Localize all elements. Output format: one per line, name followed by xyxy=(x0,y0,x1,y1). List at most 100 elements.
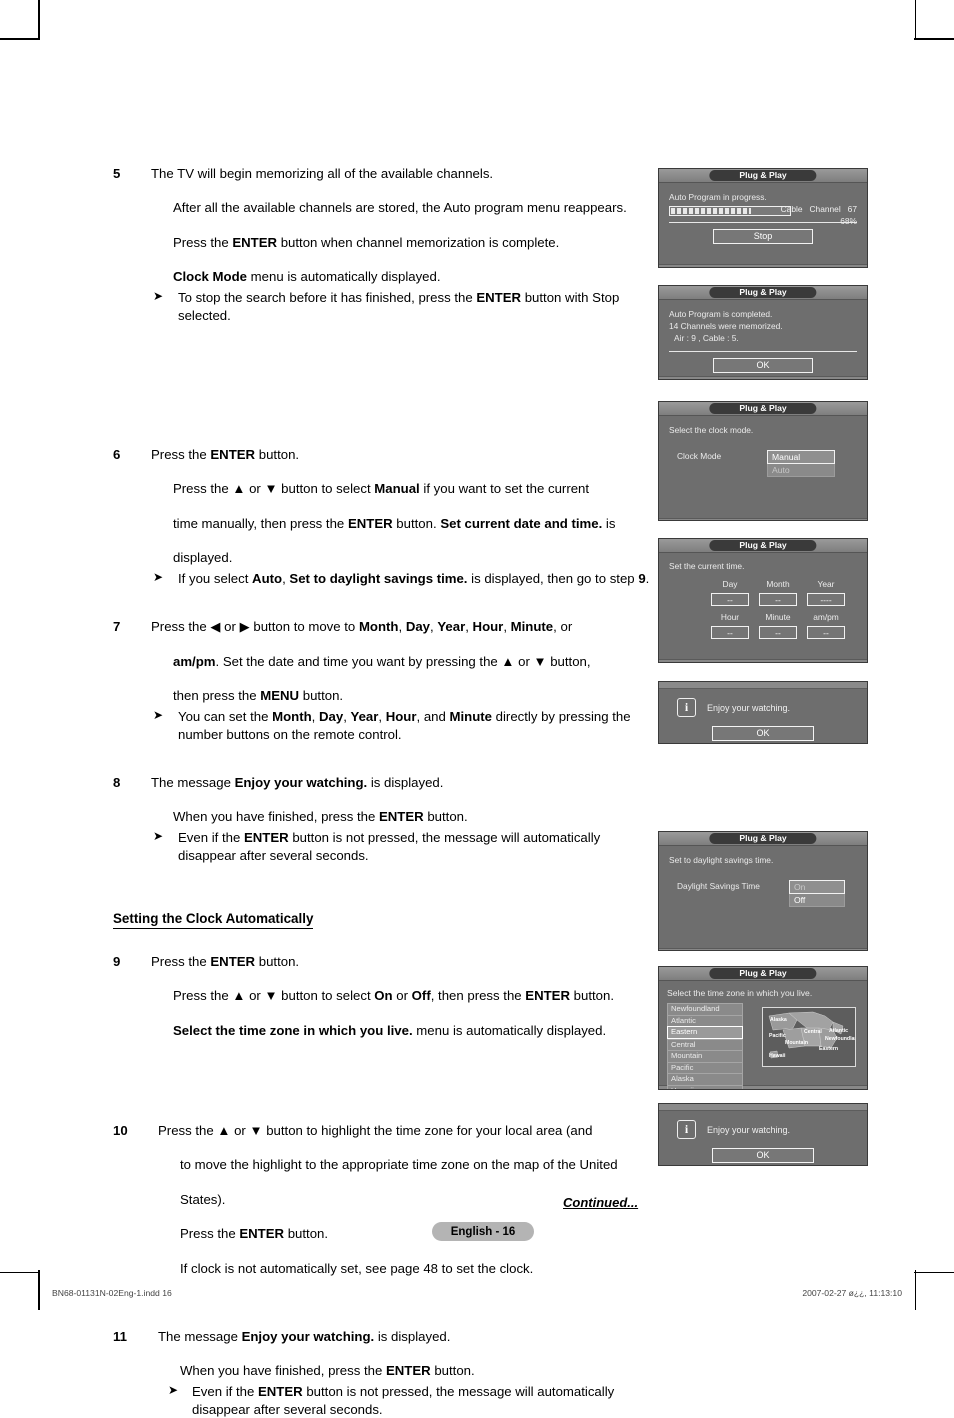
divider xyxy=(669,222,857,223)
footer-skip[interactable]: ▤Skip xyxy=(820,1088,846,1089)
footer-skip[interactable]: ↺Skip xyxy=(803,379,828,380)
bullet-arrow-icon: ➤ xyxy=(153,829,164,844)
option-auto[interactable]: Auto xyxy=(767,464,835,477)
option-off[interactable]: Off xyxy=(789,894,845,907)
step-9: 9 Press the ENTER button. Press the ▲ or… xyxy=(113,953,653,1039)
step-5: 5 The TV will begin memorizing all of th… xyxy=(113,165,653,324)
crop-mark-top-left-vertical xyxy=(38,0,40,40)
time-zone-item-central[interactable]: Central xyxy=(667,1038,743,1050)
screen-title-bar: Plug & Play xyxy=(659,286,867,300)
field-minute[interactable]: -- xyxy=(759,626,797,639)
step-number: 7 xyxy=(113,619,121,635)
time-zone-message: Select the time zone in which you live. xyxy=(667,988,813,998)
label-ampm: am/pm xyxy=(813,612,839,622)
footer-enter-label: Enter xyxy=(787,662,806,663)
step-line: The message Enjoy your watching. is disp… xyxy=(151,774,468,825)
footer-move[interactable]: ↔Move xyxy=(671,662,702,663)
time-zone-item-alaska[interactable]: Alaska xyxy=(667,1073,743,1085)
skip-icon: ↺ xyxy=(803,380,810,381)
print-timestamp: 2007-02-27 ø¿¿, 11:13:10 xyxy=(802,1288,902,1298)
up-down-arrow-icon: ↕ xyxy=(725,663,729,664)
footer-enter-label: Enter xyxy=(707,267,726,268)
enjoy-message: Enjoy your watching. xyxy=(707,1124,791,1135)
enter-icon: ⎆ xyxy=(698,268,704,269)
dst-label: Daylight Savings Time xyxy=(677,881,760,891)
time-zone-item-eastern[interactable]: Eastern xyxy=(667,1026,743,1039)
continued-label: Continued... xyxy=(563,1195,639,1210)
field-day[interactable]: -- xyxy=(711,593,749,606)
field-hour[interactable]: -- xyxy=(711,626,749,639)
footer-skip[interactable]: ↺Skip xyxy=(830,662,855,663)
footer-adjust[interactable]: ↕Adjust xyxy=(725,662,754,663)
dialog-top-strip xyxy=(659,1104,867,1111)
footer-skip-label: Skip xyxy=(813,267,829,268)
bullet-arrow-icon: ➤ xyxy=(153,289,164,304)
skip-icon: ↺ xyxy=(830,663,837,664)
enter-icon: ⎆ xyxy=(749,1088,755,1089)
time-fields: Day Month Year -- -- ---- Hour Minute am… xyxy=(711,578,857,639)
screen-title: Plug & Play xyxy=(709,833,817,844)
stop-button[interactable]: Stop xyxy=(713,229,813,244)
progress-message: Auto Program in progress. xyxy=(669,192,767,202)
screen-title: Plug & Play xyxy=(709,287,817,298)
time-row-1-fields: -- -- ---- xyxy=(711,593,857,606)
channel-value: 67 xyxy=(847,204,857,214)
screen-title-bar: Plug & Play xyxy=(659,402,867,416)
footer-move-label: Move xyxy=(682,662,702,663)
screen-enjoy-watching-2: i Enjoy your watching. OK xyxy=(658,1103,868,1166)
progress-bar xyxy=(669,206,791,216)
skip-icon: ▤ xyxy=(820,1088,828,1089)
time-zone-list[interactable]: Newfoundland Atlantic Eastern Central Mo… xyxy=(667,1003,743,1089)
map-label-newfoundland: Newfoundland xyxy=(825,1036,855,1042)
field-ampm[interactable]: -- xyxy=(807,626,845,639)
screen-body: Set to daylight savings time. Daylight S… xyxy=(659,846,867,948)
ok-button[interactable]: OK xyxy=(712,726,814,741)
field-year[interactable]: ---- xyxy=(807,593,845,606)
channel-label: Channel xyxy=(809,204,841,214)
united-states-map[interactable]: Alaska Pacific Mountain Central Eastern … xyxy=(762,1007,856,1067)
footer-skip-label: Skip xyxy=(830,1088,846,1089)
screen-auto-program-progress: Plug & Play Auto Program in progress. Ca… xyxy=(658,168,868,268)
option-on[interactable]: On xyxy=(789,880,845,894)
step-note: ➤ If you select Auto, Set to daylight sa… xyxy=(153,570,650,587)
screen-set-current-time: Plug & Play Set the current time. Day Mo… xyxy=(658,538,868,663)
screen-body: Auto Program in progress. Cable Channel … xyxy=(659,183,867,264)
footer-enter[interactable]: ⎆Enter xyxy=(749,1088,778,1089)
screen-time-zone: Plug & Play Select the time zone in whic… xyxy=(658,966,868,1090)
step-line: Press the ◀ or ▶ button to move to Month… xyxy=(151,619,591,704)
label-month: Month xyxy=(766,579,790,589)
complete-line-2: 14 Channels were memorized. xyxy=(669,321,783,331)
ok-button[interactable]: OK xyxy=(713,358,813,373)
map-label-central: Central xyxy=(804,1029,822,1035)
map-label-mountain: Mountain xyxy=(785,1040,809,1046)
complete-line-3: Air : 9 , Cable : 5. xyxy=(674,333,739,343)
label-minute: Minute xyxy=(765,612,791,622)
footer-adjust-label: Adjust xyxy=(732,662,754,663)
bullet-arrow-icon: ➤ xyxy=(168,1383,179,1398)
footer-enter[interactable]: ⎆Enter xyxy=(778,662,807,663)
time-zone-item-atlantic[interactable]: Atlantic xyxy=(667,1014,743,1026)
footer-enter[interactable]: ⎆Enter xyxy=(698,267,727,268)
time-zone-item-mountain[interactable]: Mountain xyxy=(667,1050,743,1062)
clock-mode-options: Manual Auto xyxy=(767,450,835,477)
step-line: Press the ENTER button. Press the ▲ or ▼… xyxy=(151,953,614,1038)
step-11: 11 The message Enjoy your watching. is d… xyxy=(113,1328,653,1418)
time-row-2-fields: -- -- -- xyxy=(711,626,857,639)
screen-body: Set the current time. Day Month Year -- … xyxy=(659,553,867,659)
footer-enter[interactable]: ⎆Enter xyxy=(698,379,727,380)
clock-mode-message: Select the clock mode. xyxy=(669,425,754,435)
time-zone-item-pacific[interactable]: Pacific xyxy=(667,1061,743,1073)
time-zone-item-newfoundland[interactable]: Newfoundland xyxy=(667,1003,743,1015)
footer-skip[interactable]: ↺Skip xyxy=(803,267,828,268)
footer-skip-label: Skip xyxy=(840,662,856,663)
screen-footer: ↕Move ⎆Enter ▤Skip xyxy=(659,518,867,520)
screen-clock-mode: Plug & Play Select the clock mode. Clock… xyxy=(658,401,868,521)
instruction-steps: 5 The TV will begin memorizing all of th… xyxy=(113,165,653,1418)
option-manual[interactable]: Manual xyxy=(767,450,835,464)
step-number: 10 xyxy=(113,1122,128,1138)
complete-line-1: Auto Program is completed. xyxy=(669,309,773,319)
step-number: 5 xyxy=(113,166,121,181)
step-line: Press the ENTER button. Press the ▲ or ▼… xyxy=(151,446,616,566)
field-month[interactable]: -- xyxy=(759,593,797,606)
ok-button[interactable]: OK xyxy=(712,1148,814,1163)
